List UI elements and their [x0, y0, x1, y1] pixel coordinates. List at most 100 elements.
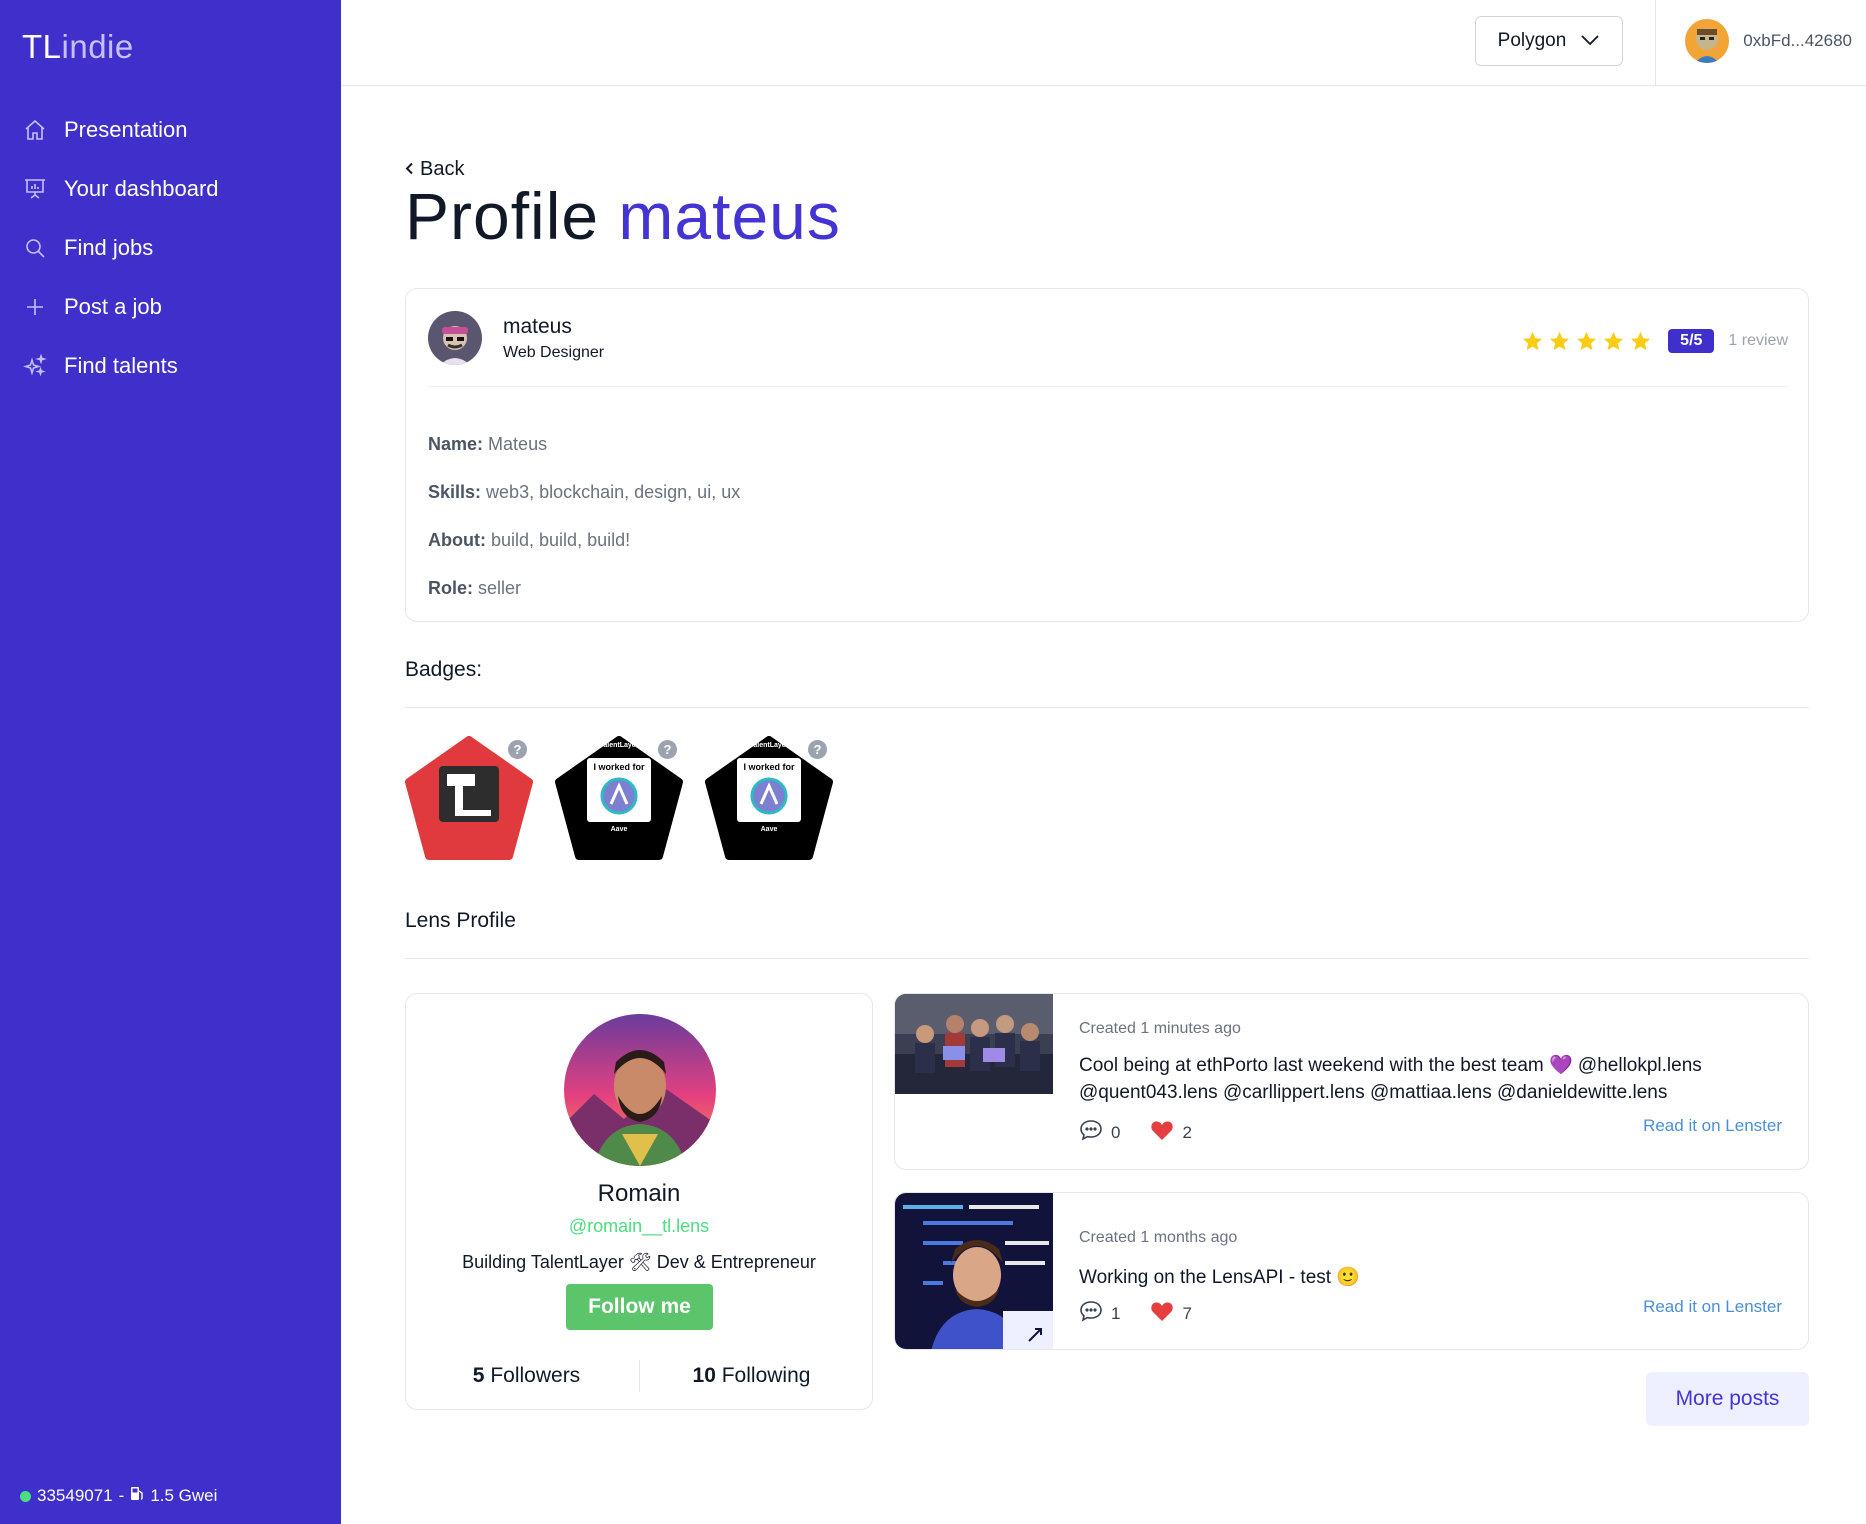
badge-text: I worked for [593, 762, 645, 772]
status-separator: - [118, 1486, 125, 1505]
badge-header: TalentLayer [599, 742, 639, 749]
sidebar-item-presentation[interactable]: Presentation [0, 100, 341, 159]
field-value: web3, blockchain, design, ui, ux [486, 482, 741, 502]
read-on-lenster-link[interactable]: Read it on Lenster [1643, 1297, 1782, 1317]
logo-primary: TL [22, 28, 62, 65]
badge-text: I worked for [743, 762, 795, 772]
post-date: Created 1 months ago [1079, 1229, 1238, 1246]
block-number: 33549071 [37, 1486, 113, 1505]
gas-pump-icon [130, 1486, 144, 1506]
rating-badge: 5/5 [1668, 329, 1715, 353]
title-username: mateus [618, 179, 841, 253]
profile-card: mateus Web Designer 5/5 1 review Name: M… [405, 288, 1809, 622]
wallet-button[interactable]: 0xbFd...42680 [1685, 19, 1852, 63]
wallet-avatar [1685, 19, 1730, 63]
field-label: Role: [428, 578, 473, 598]
badge-footer: Aave [610, 826, 628, 833]
lens-profile-card: Romain @romain__tl.lens Building TalentL… [405, 993, 873, 1410]
sidebar-item-dashboard[interactable]: Your dashboard [0, 159, 341, 218]
star-icon [1631, 331, 1651, 350]
page-title: Profile mateus [405, 178, 841, 254]
field-label: About: [428, 530, 486, 550]
post-image [895, 994, 1053, 1094]
rating-stars [1521, 330, 1652, 353]
comment-icon [1079, 1300, 1103, 1327]
lens-post: Created 1 minutes ago Cool being at ethP… [894, 993, 1809, 1170]
sidebar-item-label: Find jobs [64, 234, 154, 260]
comment-icon [1079, 1119, 1103, 1146]
follow-button[interactable]: Follow me [566, 1284, 713, 1330]
section-divider [405, 958, 1809, 959]
followers-label: Followers [490, 1364, 581, 1387]
following-label: Following [721, 1364, 811, 1387]
network-select[interactable]: Polygon [1475, 16, 1623, 66]
profile-fields: Name: Mateus Skills: web3, blockchain, d… [428, 434, 740, 626]
following-stat[interactable]: 10 Following [640, 1364, 864, 1388]
topbar-divider [1655, 0, 1656, 86]
badge-header: TalentLayer [749, 742, 789, 749]
lens-bio: Building TalentLayer 🛠 Dev & Entrepreneu… [462, 1252, 816, 1272]
post-meta: 1 7 [1079, 1300, 1192, 1327]
sparkles-icon [22, 353, 48, 379]
post-date: Created 1 minutes ago [1079, 1020, 1241, 1037]
lens-post: Created 1 months ago Working on the Lens… [894, 1192, 1809, 1350]
logo-secondary: indie [61, 28, 134, 65]
more-posts-button[interactable]: More posts [1646, 1372, 1809, 1426]
heart-icon [1150, 1119, 1174, 1146]
followers-stat[interactable]: 5 Followers [415, 1364, 639, 1388]
field-skills: Skills: web3, blockchain, design, ui, ux [428, 482, 740, 530]
lens-stats: 5 Followers 10 Following [406, 1360, 872, 1392]
comment-count: 0 [1111, 1122, 1121, 1142]
avatar [428, 311, 482, 365]
star-icon [1523, 331, 1543, 350]
field-label: Name: [428, 434, 484, 454]
lens-handle[interactable]: @romain__tl.lens [406, 1216, 872, 1237]
sidebar-item-label: Your dashboard [64, 175, 219, 201]
sidebar: TLindie Presentation Your dashboard Find… [0, 0, 341, 1524]
heart-icon [1150, 1300, 1174, 1327]
home-icon [22, 117, 48, 143]
chevron-down-icon [1580, 30, 1600, 52]
badge-footer: Aave [760, 826, 778, 833]
sidebar-item-find-talents[interactable]: Find talents [0, 336, 341, 395]
plus-icon [22, 294, 48, 320]
read-on-lenster-link[interactable]: Read it on Lenster [1643, 1116, 1782, 1136]
network-status: 33549071 - 1.5 Gwei [20, 1486, 217, 1506]
app-logo[interactable]: TLindie [22, 28, 134, 66]
star-icon [1577, 331, 1597, 350]
badges-title: Badges: [405, 658, 483, 681]
lens-profile-title: Lens Profile [405, 909, 516, 932]
star-icon [1604, 331, 1624, 350]
sidebar-item-post-job[interactable]: Post a job [0, 277, 341, 336]
badges-list: ? ? TalentLayer I worked for Aave ? Tale… [405, 736, 833, 864]
title-prefix: Profile [405, 179, 600, 253]
sidebar-item-label: Find talents [64, 352, 178, 378]
field-role: Role: seller [428, 578, 740, 626]
status-dot [20, 1490, 31, 1502]
star-icon [1550, 331, 1570, 350]
divider [428, 386, 1788, 387]
post-text: Cool being at ethPorto last weekend with… [1079, 1055, 1702, 1103]
help-icon[interactable]: ? [508, 740, 527, 759]
sidebar-item-find-jobs[interactable]: Find jobs [0, 218, 341, 277]
field-label: Skills: [428, 482, 482, 502]
review-count: 1 review [1728, 332, 1788, 349]
section-divider [405, 707, 1809, 708]
badge-worked-for-aave[interactable]: ? TalentLayer I worked for Aave [705, 736, 833, 864]
followers-count: 5 [472, 1364, 485, 1387]
lens-name: Romain [597, 1180, 681, 1207]
sidebar-nav: Presentation Your dashboard Find jobs Po… [0, 100, 341, 395]
search-icon [22, 235, 48, 261]
network-label: Polygon [1497, 30, 1567, 51]
badge-worked-for-aave[interactable]: ? TalentLayer I worked for Aave [555, 736, 683, 864]
lens-avatar [564, 1014, 716, 1166]
sidebar-item-label: Post a job [64, 293, 162, 319]
sidebar-item-label: Presentation [64, 116, 188, 142]
post-meta: 0 2 [1079, 1119, 1192, 1146]
post-text: Working on the LensAPI - test 🙂 [1079, 1267, 1360, 1288]
gas-price: 1.5 Gwei [150, 1486, 218, 1505]
like-count: 7 [1182, 1303, 1192, 1323]
badge-talentlayer[interactable]: ? [405, 736, 533, 864]
rating: 5/5 1 review [1521, 329, 1788, 353]
following-count: 10 [692, 1364, 716, 1387]
